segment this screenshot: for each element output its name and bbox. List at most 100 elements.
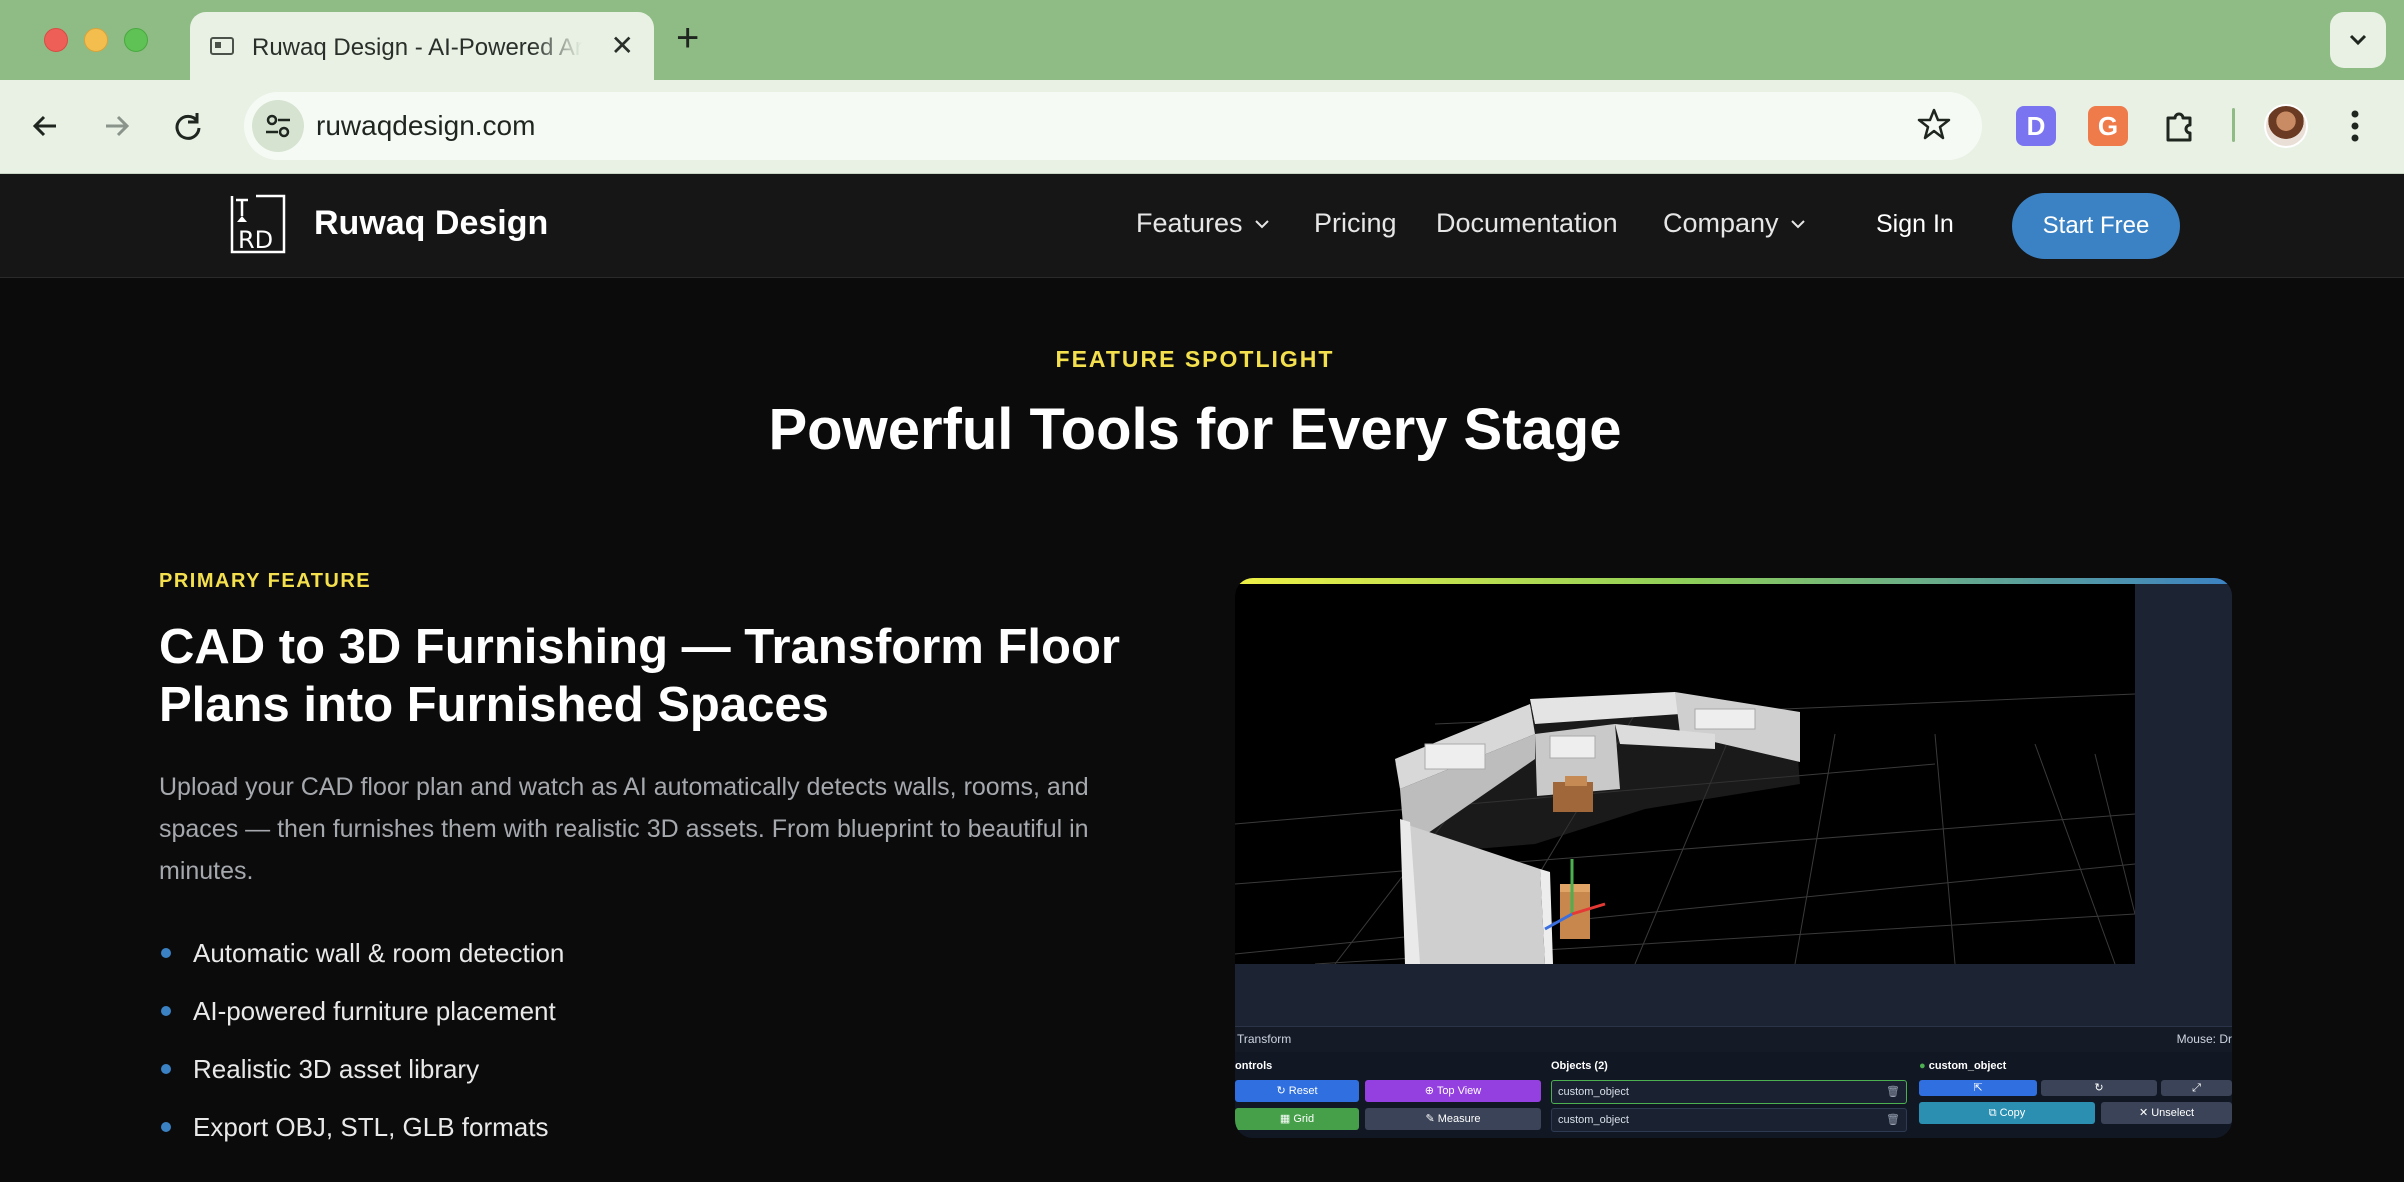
bullet-dot-icon xyxy=(161,1006,171,1016)
site-info-button[interactable] xyxy=(252,100,304,152)
trash-icon[interactable]: 🗑 xyxy=(1886,1081,1900,1103)
copy-label: Copy xyxy=(2000,1107,2026,1119)
close-icon: ✕ xyxy=(2139,1107,2151,1119)
section-eyebrow: FEATURE SPOTLIGHT xyxy=(0,346,2390,373)
nav-pricing[interactable]: Pricing xyxy=(1314,208,1397,239)
browser-tab-bar: Ruwaq Design - AI-Powered Architecture D… xyxy=(0,0,2404,80)
copy-icon: ⧉ xyxy=(1989,1107,2000,1119)
extension-d-icon[interactable]: D xyxy=(2016,106,2056,146)
selected-object-name: custom_object xyxy=(1929,1060,2007,1072)
top-view-label: Top View xyxy=(1437,1085,1481,1097)
bookmark-star-icon[interactable] xyxy=(1916,106,1952,142)
tune-icon xyxy=(264,114,292,138)
status-mode: Transform xyxy=(1237,1032,1291,1046)
forward-icon[interactable] xyxy=(94,104,138,148)
bullet-text: Automatic wall & room detection xyxy=(193,938,564,969)
back-icon[interactable] xyxy=(24,104,68,148)
reset-label: Reset xyxy=(1289,1085,1318,1097)
nav-pricing-label: Pricing xyxy=(1314,208,1397,239)
browser-tab[interactable]: Ruwaq Design - AI-Powered Architecture D… xyxy=(190,12,654,80)
control-panels: ontrols ↻ Reset ⊕ Top View ▦ Grid ✎ Meas… xyxy=(1235,1052,2232,1138)
rotate-tool-button[interactable]: ↻ xyxy=(2041,1080,2157,1096)
status-dot-icon: ● xyxy=(1919,1060,1929,1072)
nav-documentation-label: Documentation xyxy=(1436,208,1618,239)
3d-floorplan-render xyxy=(1235,584,2135,964)
zoom-icon: ⊕ xyxy=(1425,1085,1437,1097)
measure-button[interactable]: ✎ Measure xyxy=(1365,1108,1541,1130)
status-bar: Transform Mouse: Dr xyxy=(1235,1026,2232,1052)
bullet-dot-icon xyxy=(161,1064,171,1074)
new-tab-button[interactable]: + xyxy=(676,18,699,58)
extensions-puzzle-icon[interactable] xyxy=(2160,106,2200,146)
feature-label: PRIMARY FEATURE xyxy=(159,570,371,593)
object-name: custom_object xyxy=(1558,1086,1629,1098)
trash-icon[interactable]: 🗑 xyxy=(1886,1109,1900,1131)
favicon-icon xyxy=(210,36,234,56)
scale-tool-button[interactable]: ⤢ xyxy=(2161,1080,2232,1096)
feature-title: CAD to 3D Furnishing — Transform Floor P… xyxy=(159,618,1179,734)
rotate-icon: ↻ xyxy=(2094,1082,2103,1094)
nav-company-label: Company xyxy=(1663,208,1779,239)
chevron-down-icon xyxy=(2346,30,2370,50)
chevron-down-icon xyxy=(1253,218,1271,230)
object-name: custom_object xyxy=(1558,1114,1629,1126)
tab-title: Ruwaq Design - AI-Powered Architecture D… xyxy=(252,34,582,62)
sign-in-link[interactable]: Sign In xyxy=(1876,210,1954,239)
profile-avatar[interactable] xyxy=(2264,104,2308,148)
list-item: AI-powered furniture placement xyxy=(159,982,564,1040)
bullet-dot-icon xyxy=(161,1122,171,1132)
tab-search-button[interactable] xyxy=(2330,12,2386,68)
bullet-text: Export OBJ, STL, GLB formats xyxy=(193,1112,548,1143)
move-tool-button[interactable]: ⇱ xyxy=(1919,1080,2037,1096)
object-row[interactable]: custom_object 🗑 xyxy=(1551,1108,1907,1132)
grid-button[interactable]: ▦ Grid xyxy=(1235,1108,1359,1130)
close-tab-icon[interactable]: ✕ xyxy=(611,32,634,60)
ruler-icon: ✎ xyxy=(1425,1113,1437,1125)
viewport-footer xyxy=(1235,964,2232,1026)
3d-viewport[interactable] xyxy=(1235,584,2135,964)
chevron-down-icon xyxy=(1789,218,1807,230)
bullet-text: Realistic 3D asset library xyxy=(193,1054,479,1085)
feature-section: FEATURE SPOTLIGHT Powerful Tools for Eve… xyxy=(0,278,2404,1182)
measure-label: Measure xyxy=(1438,1113,1481,1125)
toolbar-divider xyxy=(2232,108,2235,142)
unselect-button[interactable]: ✕ Unselect xyxy=(2101,1102,2232,1124)
ruwaq-logo-icon[interactable]: RD xyxy=(228,192,288,256)
minimize-window-button[interactable] xyxy=(84,28,108,52)
feature-description: Upload your CAD floor plan and watch as … xyxy=(159,766,1119,892)
maximize-window-button[interactable] xyxy=(124,28,148,52)
expand-icon: ⤢ xyxy=(2192,1082,2201,1094)
close-window-button[interactable] xyxy=(44,28,68,52)
reset-button[interactable]: ↻ Reset xyxy=(1235,1080,1359,1102)
nav-features[interactable]: Features xyxy=(1136,208,1271,239)
section-heading: Powerful Tools for Every Stage xyxy=(0,396,2390,463)
url-text: ruwaqdesign.com xyxy=(316,110,535,142)
viewport-side-panel xyxy=(2135,584,2232,964)
move-icon: ⇱ xyxy=(1973,1082,1982,1094)
object-row[interactable]: custom_object 🗑 xyxy=(1551,1080,1907,1104)
grid-label: Grid xyxy=(1293,1113,1314,1125)
list-item: Export OBJ, STL, GLB formats xyxy=(159,1098,564,1156)
bullet-text: AI-powered furniture placement xyxy=(193,996,556,1027)
brand-name[interactable]: Ruwaq Design xyxy=(314,204,548,243)
list-item: Automatic wall & room detection xyxy=(159,924,564,982)
nav-company[interactable]: Company xyxy=(1663,208,1807,239)
objects-title: Objects (2) xyxy=(1551,1060,1608,1072)
status-mouse: Mouse: Dr xyxy=(2177,1032,2232,1046)
more-menu-icon[interactable] xyxy=(2340,104,2370,148)
unselect-label: Unselect xyxy=(2151,1107,2194,1119)
reset-icon: ↻ xyxy=(1276,1085,1288,1097)
address-bar[interactable]: ruwaqdesign.com xyxy=(244,92,1982,160)
svg-text:RD: RD xyxy=(238,226,273,254)
start-free-button[interactable]: Start Free xyxy=(2012,193,2180,259)
reload-icon[interactable] xyxy=(166,104,210,148)
nav-documentation[interactable]: Documentation xyxy=(1436,208,1618,239)
extension-g-icon[interactable]: G xyxy=(2088,106,2128,146)
nav-features-label: Features xyxy=(1136,208,1243,239)
product-preview: Transform Mouse: Dr ontrols ↻ Reset ⊕ To… xyxy=(1235,578,2232,1138)
top-view-button[interactable]: ⊕ Top View xyxy=(1365,1080,1541,1102)
copy-button[interactable]: ⧉ Copy xyxy=(1919,1102,2095,1124)
controls-title: ontrols xyxy=(1235,1060,1272,1072)
grid-icon: ▦ xyxy=(1280,1113,1293,1125)
browser-toolbar: ruwaqdesign.com D G xyxy=(0,80,2404,174)
